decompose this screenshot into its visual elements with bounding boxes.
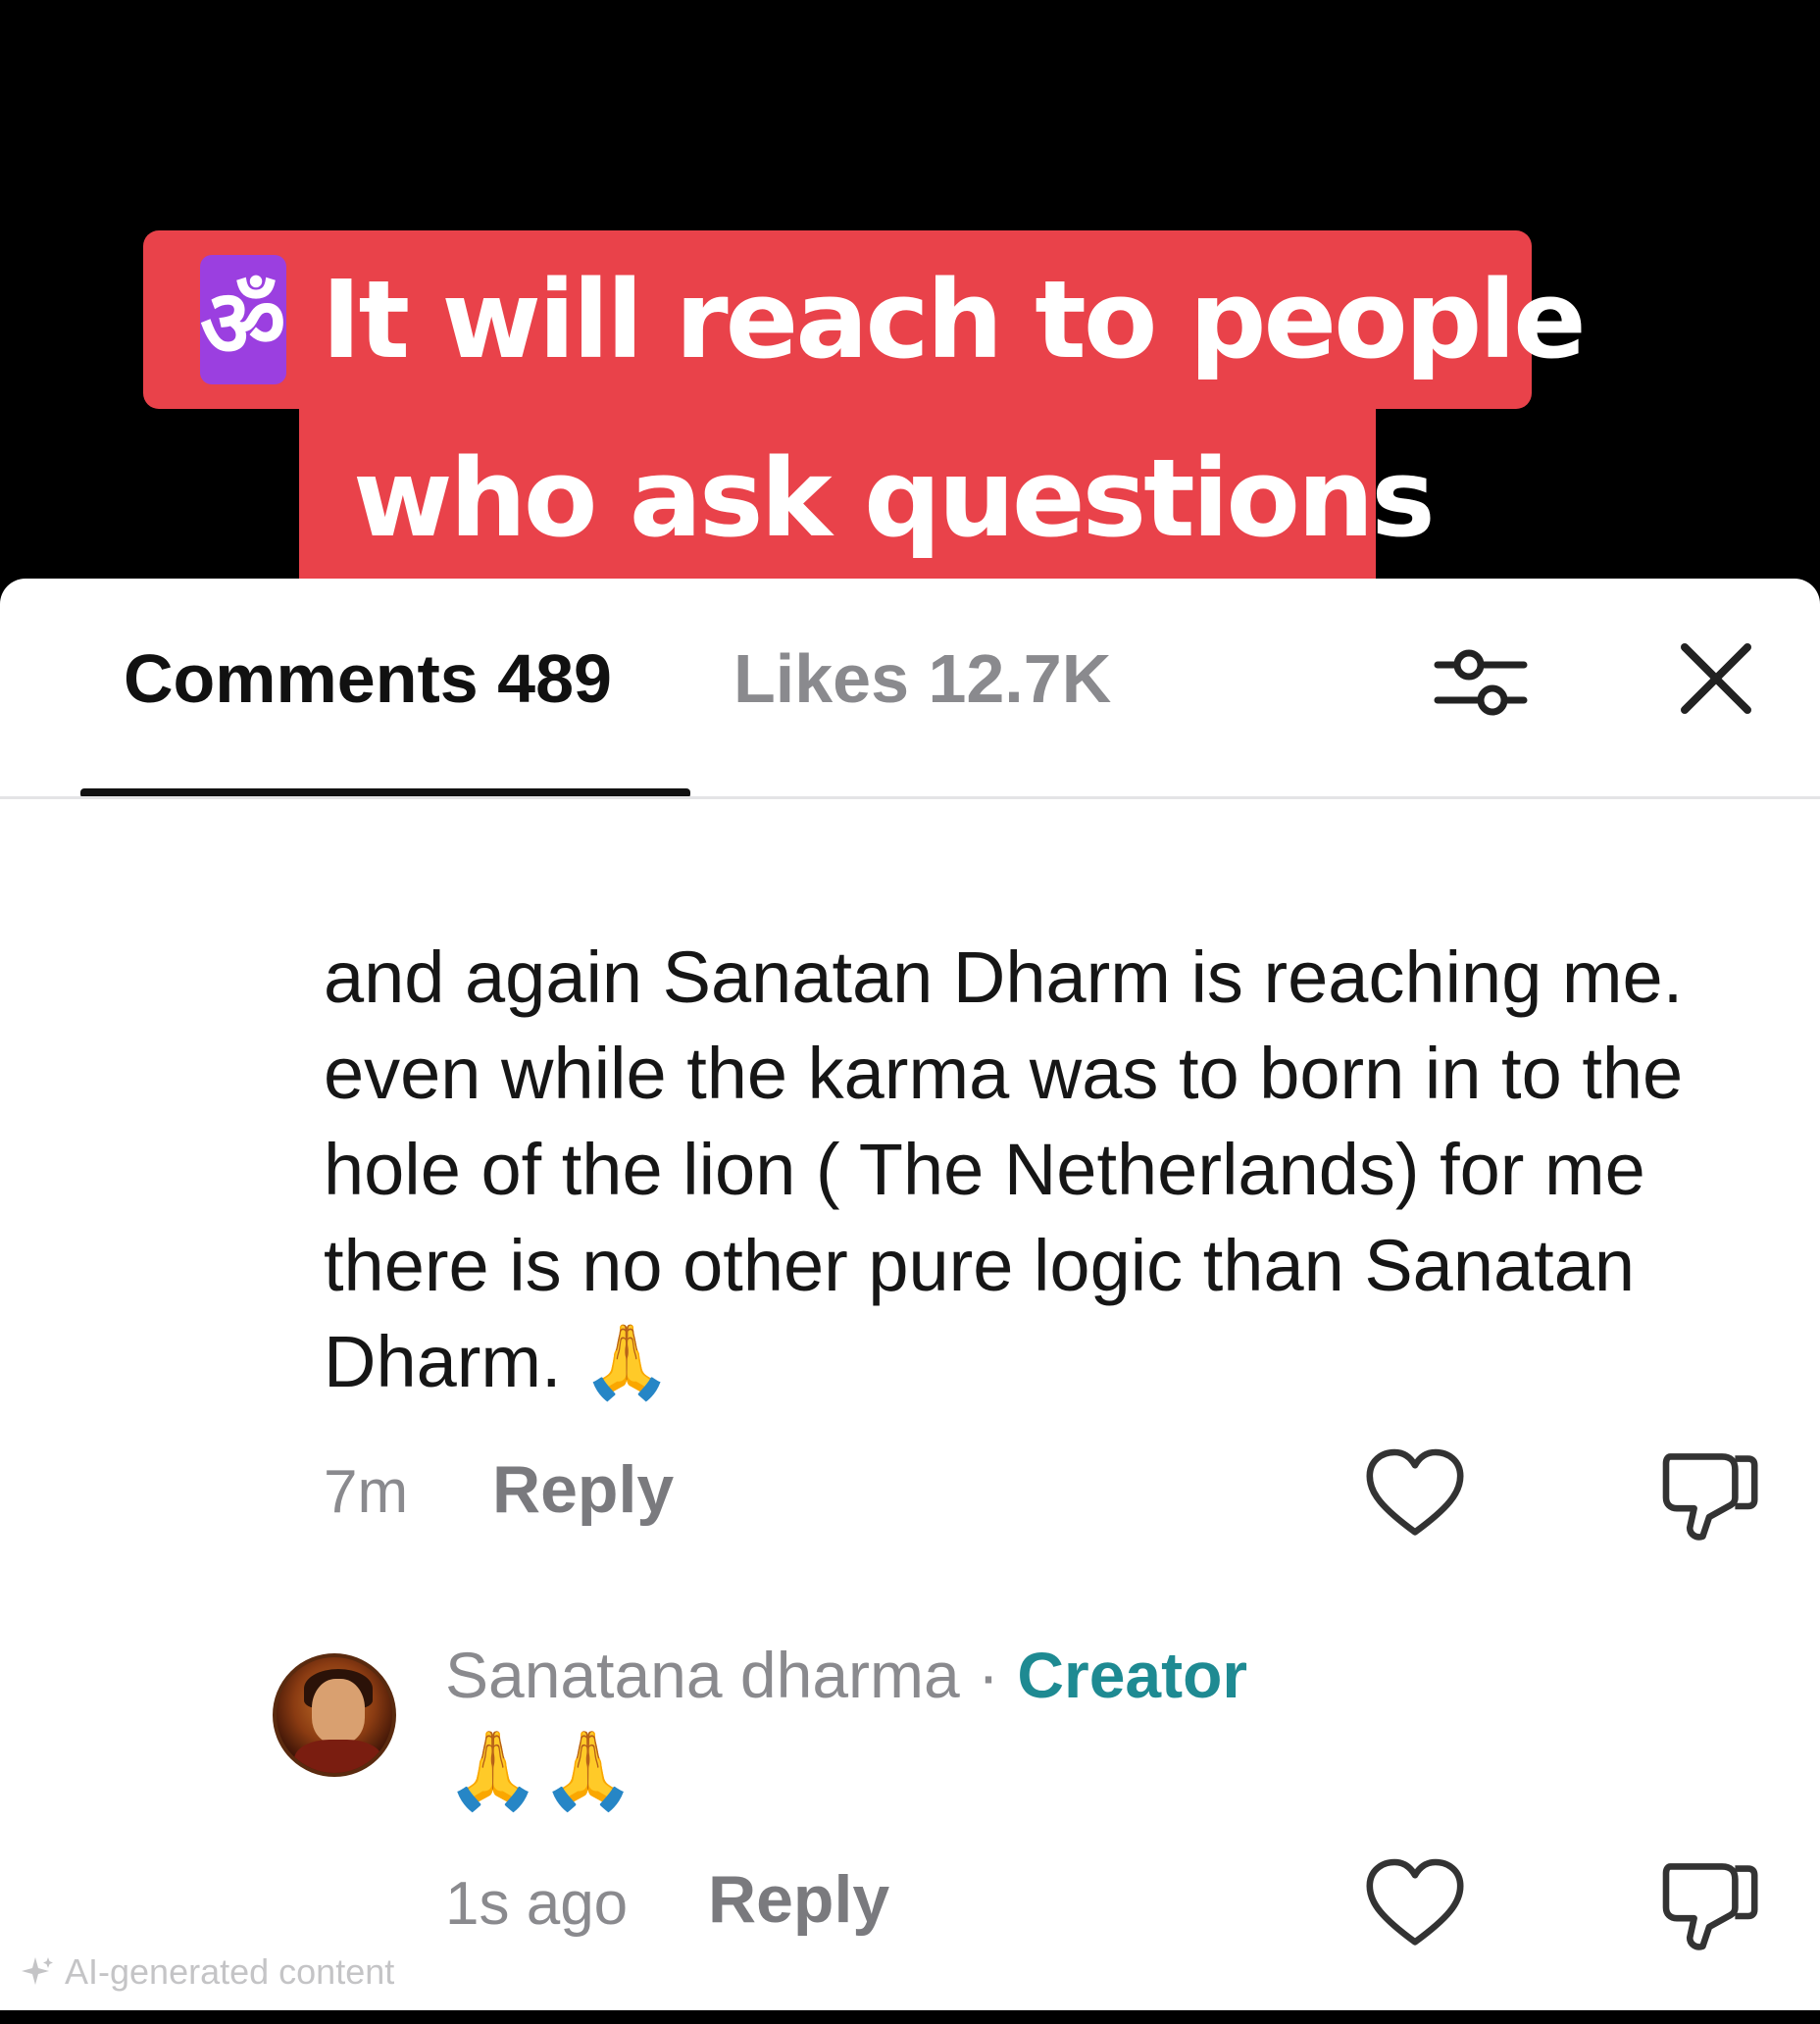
tab-divider <box>0 796 1820 799</box>
dislike-button[interactable] <box>1655 1442 1763 1549</box>
caption-text-2: who ask questions <box>353 435 1436 561</box>
bottom-edge <box>0 2012 1820 2024</box>
thumbs-down-icon <box>1662 1863 1758 1950</box>
comment-time: 7m <box>324 1458 409 1526</box>
reply-button[interactable]: Reply <box>708 1861 889 1938</box>
sliders-icon <box>1434 649 1528 716</box>
tab-likes[interactable]: Likes 12.7K <box>733 639 1111 718</box>
reply-time: 1s ago <box>445 1870 629 1938</box>
ai-generated-label: AI-generated content <box>22 1951 394 1993</box>
close-icon <box>1681 643 1751 714</box>
tab-bar: Comments 489 Likes 12.7K <box>0 579 1820 800</box>
caption-line-1: ॐ It will reach to people <box>143 230 1587 409</box>
om-icon: ॐ <box>200 255 286 384</box>
reply-button[interactable]: Reply <box>492 1451 674 1528</box>
like-button[interactable] <box>1361 1442 1469 1549</box>
ai-label-text: AI-generated content <box>65 1951 395 1992</box>
author-name: Sanatana dharma <box>445 1639 960 1711</box>
avatar-face <box>312 1679 365 1744</box>
comment-author[interactable]: Sanatana dharma · Creator <box>445 1638 1247 1712</box>
caption-text-1: It will reach to people <box>321 257 1587 382</box>
creator-badge: Creator <box>1017 1639 1248 1711</box>
dislike-button[interactable] <box>1655 1851 1763 1959</box>
comment-text: and again Sanatan Dharm is reaching me. … <box>324 936 1684 1402</box>
avatar-body <box>294 1740 382 1773</box>
heart-icon <box>1366 1448 1464 1536</box>
tab-comments[interactable]: Comments 489 <box>124 639 612 718</box>
filter-button[interactable] <box>1432 635 1530 734</box>
like-button[interactable] <box>1361 1851 1469 1959</box>
close-button[interactable] <box>1667 630 1765 728</box>
caption-line-2: who ask questions <box>299 402 1436 594</box>
comments-panel: Comments 489 Likes 12.7K and again Sanat… <box>0 579 1820 2010</box>
author-separator: · <box>959 1639 1018 1711</box>
sparkle-icon <box>22 1957 53 1985</box>
avatar[interactable] <box>273 1653 396 1777</box>
heart-icon <box>1366 1858 1464 1946</box>
thumbs-down-icon <box>1662 1453 1758 1541</box>
reply-text: 🙏🙏 <box>445 1727 636 1813</box>
